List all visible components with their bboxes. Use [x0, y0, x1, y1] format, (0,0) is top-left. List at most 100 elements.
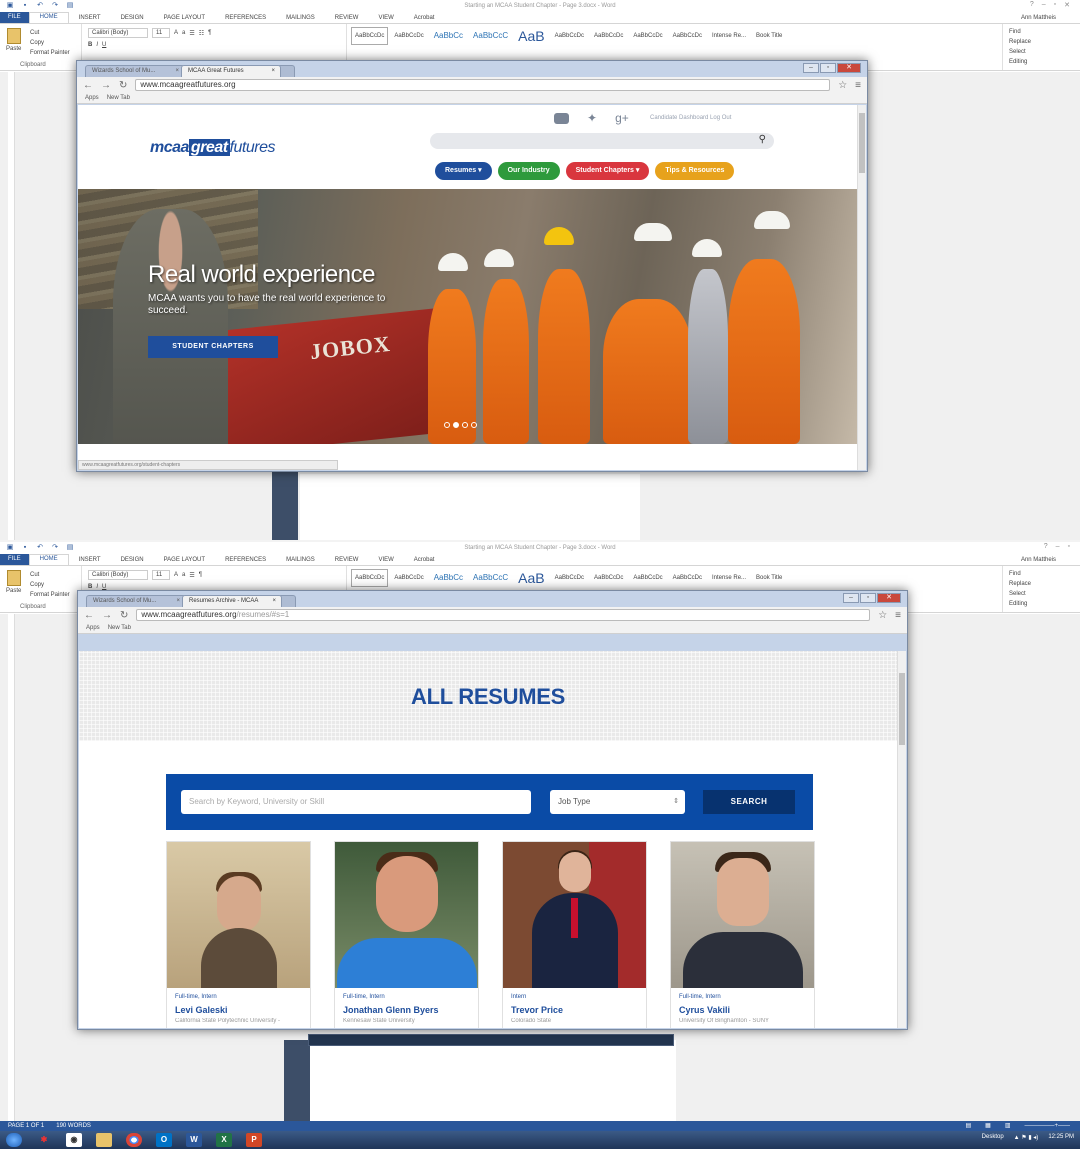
- browser-tab-wizards[interactable]: Wizards School of Mu... ×: [85, 65, 185, 77]
- carousel-dot[interactable]: [471, 422, 477, 428]
- forward-icon[interactable]: →: [102, 610, 112, 621]
- start-button-icon[interactable]: [6, 1133, 22, 1147]
- shrink-font-icon[interactable]: a: [182, 572, 185, 578]
- replace-button[interactable]: Replace: [1009, 37, 1074, 47]
- resume-card[interactable]: Intern Trevor Price Colorado State: [502, 841, 647, 1028]
- style-emphasis[interactable]: AaBbCcDc: [590, 27, 627, 45]
- word-count[interactable]: 190 WORDS: [56, 1121, 91, 1131]
- help-icon[interactable]: ?: [1044, 543, 1048, 550]
- reload-icon[interactable]: ↻: [120, 610, 128, 621]
- style-title[interactable]: AaB: [514, 27, 548, 45]
- page-count[interactable]: PAGE 1 OF 1: [8, 1121, 44, 1131]
- twitter-icon[interactable]: ✦: [587, 111, 597, 125]
- cut-button[interactable]: Cut: [30, 28, 39, 38]
- maximize-icon[interactable]: ▫: [820, 63, 836, 73]
- desktop-toolbar[interactable]: Desktop: [982, 1134, 1004, 1141]
- keyword-search-input[interactable]: Search by Keyword, University or Skill: [181, 790, 531, 814]
- reload-icon[interactable]: ↻: [119, 80, 127, 91]
- minimize-icon[interactable]: –: [1056, 543, 1060, 550]
- tab-references[interactable]: REFERENCES: [215, 557, 276, 563]
- close-icon[interactable]: ✕: [837, 63, 861, 73]
- resume-name[interactable]: Cyrus Vakili: [679, 1005, 730, 1015]
- style-quote[interactable]: AaBbCcDc: [669, 27, 706, 45]
- minimize-icon[interactable]: –: [843, 593, 859, 603]
- italic-icon[interactable]: I: [96, 42, 98, 48]
- select-button[interactable]: Select: [1009, 589, 1074, 599]
- resume-name[interactable]: Jonathan Glenn Byers: [343, 1005, 439, 1015]
- maximize-icon[interactable]: ▫: [1068, 543, 1070, 550]
- style-subtitle[interactable]: AaBbCcDc: [551, 27, 588, 45]
- style-book-title[interactable]: Book Title: [752, 27, 786, 45]
- style-normal[interactable]: AaBbCcDc: [351, 569, 389, 587]
- nav-resumes[interactable]: Resumes ▾: [435, 162, 492, 180]
- bookmark-new-tab[interactable]: New Tab: [108, 625, 131, 631]
- style-title[interactable]: AaB: [514, 569, 548, 587]
- style-normal[interactable]: AaBbCcDc: [351, 27, 389, 45]
- cut-button[interactable]: Cut: [30, 570, 39, 580]
- document-page[interactable]: [300, 474, 640, 540]
- style-heading-1[interactable]: AaBbCc: [430, 27, 467, 45]
- excel-icon[interactable]: X: [216, 1133, 232, 1147]
- underline-icon[interactable]: U: [102, 42, 106, 48]
- tab-view[interactable]: VIEW: [368, 557, 403, 563]
- close-tab-icon[interactable]: ×: [272, 596, 276, 607]
- nav-student-chapters[interactable]: Student Chapters ▾: [565, 162, 650, 180]
- style-quote[interactable]: AaBbCcDc: [669, 569, 706, 587]
- style-book-title[interactable]: Book Title: [752, 569, 786, 587]
- star-icon[interactable]: ☆: [878, 610, 887, 621]
- copy-button[interactable]: Copy: [30, 580, 44, 590]
- close-tab-icon[interactable]: ×: [176, 596, 180, 607]
- site-logo[interactable]: mcaa great futures: [150, 139, 275, 157]
- search-button[interactable]: SEARCH: [703, 790, 795, 814]
- file-explorer-icon[interactable]: [96, 1133, 112, 1147]
- read-mode-icon[interactable]: ▤: [965, 1121, 971, 1131]
- user-name[interactable]: Ann Mattheis: [1021, 557, 1080, 563]
- resume-card[interactable]: Full-time, Intern Cyrus Vakili Universit…: [670, 841, 815, 1028]
- tab-mailings[interactable]: MAILINGS: [276, 557, 325, 563]
- close-icon[interactable]: ✕: [1064, 1, 1070, 9]
- copy-button[interactable]: Copy: [30, 38, 44, 48]
- replace-button[interactable]: Replace: [1009, 579, 1074, 589]
- style-heading-2[interactable]: AaBbCcC: [469, 569, 512, 587]
- bold-icon[interactable]: B: [88, 42, 92, 48]
- nav-tips-resources[interactable]: Tips & Resources: [655, 162, 735, 180]
- account-links[interactable]: Candidate Dashboard Log Out: [650, 115, 731, 121]
- browser-tab-mcaa[interactable]: MCAA Great Futures ×: [181, 65, 281, 77]
- chrome-icon[interactable]: [126, 1133, 142, 1147]
- menu-icon[interactable]: ≡: [895, 610, 901, 621]
- back-icon[interactable]: ←: [83, 80, 93, 91]
- resume-name[interactable]: Levi Galeski: [175, 1005, 228, 1015]
- tab-home[interactable]: HOME: [28, 12, 69, 23]
- maximize-icon[interactable]: ▫: [860, 593, 876, 603]
- help-icon[interactable]: ?: [1030, 1, 1034, 9]
- tab-acrobat[interactable]: Acrobat: [404, 15, 445, 21]
- student-chapters-button[interactable]: STUDENT CHAPTERS: [148, 336, 278, 358]
- close-icon[interactable]: ✕: [877, 593, 901, 603]
- vertical-scrollbar[interactable]: [897, 651, 906, 1028]
- menu-icon[interactable]: ≡: [855, 80, 861, 91]
- style-intense-ref[interactable]: Intense Re...: [708, 569, 750, 587]
- minimize-icon[interactable]: –: [803, 63, 819, 73]
- star-icon[interactable]: ☆: [838, 80, 847, 91]
- scrollbar-thumb[interactable]: [899, 673, 905, 745]
- clock[interactable]: 12:25 PM: [1048, 1134, 1074, 1141]
- address-bar[interactable]: www.mcaagreatfutures.org/resumes/#s=1: [136, 609, 871, 621]
- bookmark-apps[interactable]: Apps: [86, 625, 100, 631]
- tab-file[interactable]: FILE: [0, 554, 29, 565]
- site-search-input[interactable]: ⚲: [430, 133, 774, 149]
- resume-name[interactable]: Trevor Price: [511, 1005, 563, 1015]
- scrollbar-thumb[interactable]: [859, 113, 865, 173]
- browser-tab-resumes[interactable]: Resumes Archive - MCAA ×: [182, 595, 282, 607]
- close-tab-icon[interactable]: ×: [175, 66, 179, 77]
- find-button[interactable]: Find: [1009, 27, 1074, 37]
- pilcrow-icon[interactable]: ¶: [199, 572, 202, 578]
- resume-card[interactable]: Full-time, Intern Levi Galeski Californi…: [166, 841, 311, 1028]
- style-strong[interactable]: AaBbCcDc: [629, 569, 666, 587]
- tab-review[interactable]: REVIEW: [325, 557, 369, 563]
- font-size-select[interactable]: 11: [152, 570, 170, 580]
- tab-insert[interactable]: INSERT: [69, 557, 111, 563]
- select-button[interactable]: Select: [1009, 47, 1074, 57]
- style-strong[interactable]: AaBbCcDc: [629, 27, 666, 45]
- find-button[interactable]: Find: [1009, 569, 1074, 579]
- tab-review[interactable]: REVIEW: [325, 15, 369, 21]
